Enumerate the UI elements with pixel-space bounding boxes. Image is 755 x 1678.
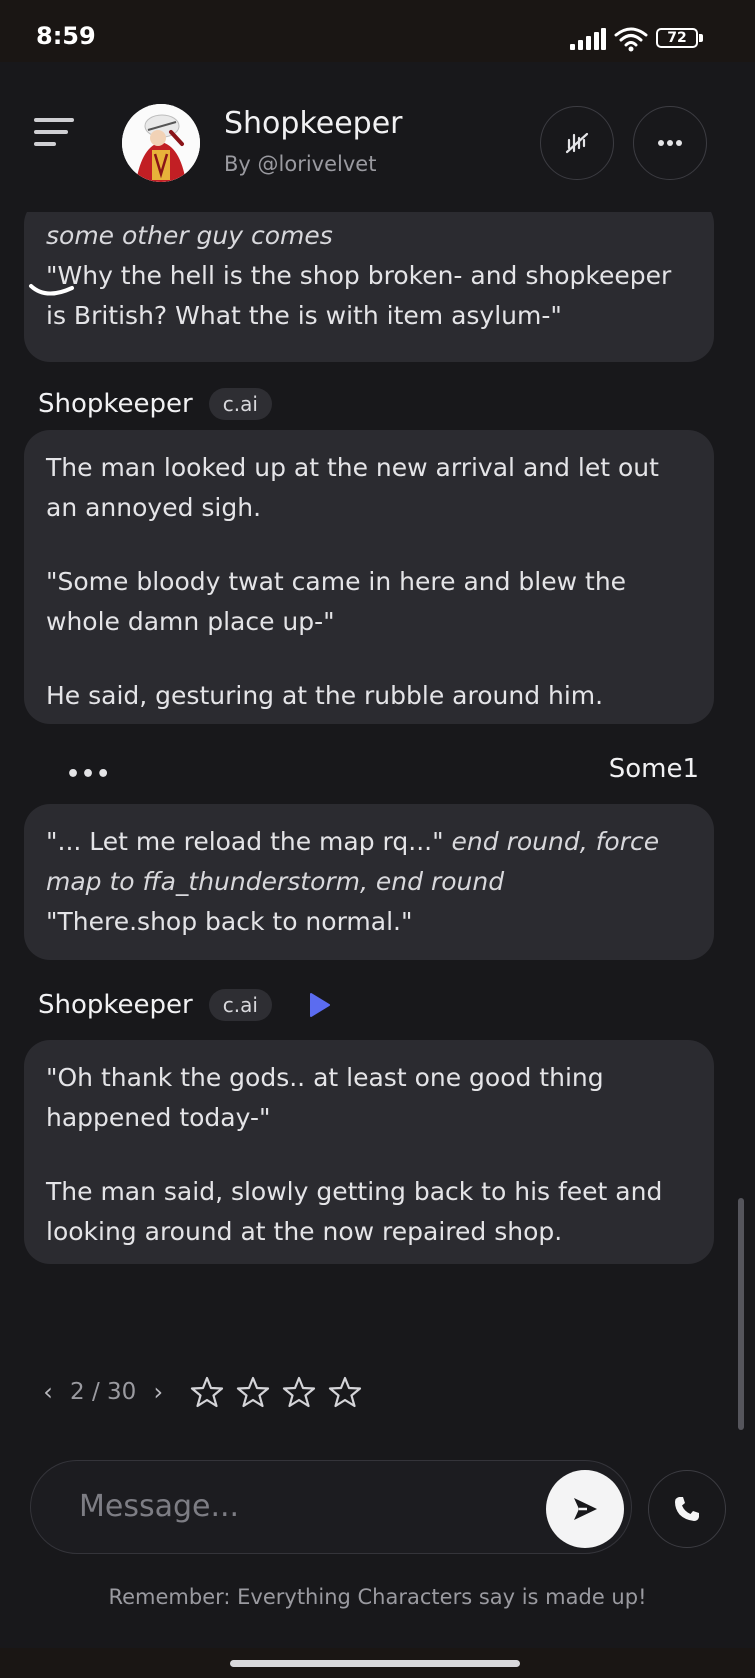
chat-screen: 8:59 72 Shopkeeper By @lorivelvet some o… [0, 0, 755, 1678]
character-author[interactable]: By @lorivelvet [224, 152, 376, 176]
status-time: 8:59 [36, 22, 96, 50]
user-name: Some1 [608, 754, 699, 784]
star-icon[interactable] [236, 1375, 270, 1409]
character-avatar[interactable] [122, 104, 200, 182]
message-text: The man looked up at the new arrival and… [46, 453, 659, 522]
swipe-indicator-icon [29, 284, 74, 296]
star-icon[interactable] [328, 1375, 362, 1409]
voice-off-icon [565, 132, 589, 154]
chat-header: Shopkeeper By @lorivelvet [0, 62, 755, 212]
send-icon [574, 1498, 597, 1520]
ai-badge: c.ai [208, 989, 272, 1021]
more-horizontal-icon [658, 140, 682, 146]
phone-icon [675, 1497, 699, 1521]
message-menu-icon[interactable]: ••• [66, 762, 111, 787]
wifi-icon [614, 27, 648, 52]
message-text: "Oh thank the gods.. at least one good t… [46, 1063, 604, 1132]
play-voice-icon[interactable] [308, 992, 332, 1018]
message-header: Shopkeeper c.ai [38, 384, 272, 424]
message-bubble-user[interactable]: some other guy comes "Why the hell is th… [24, 212, 714, 362]
send-button[interactable] [546, 1470, 624, 1548]
speaker-name: Shopkeeper [38, 990, 193, 1020]
navigation-bar [0, 1648, 755, 1678]
next-response-button[interactable]: › [148, 1378, 168, 1406]
battery-level: 72 [667, 30, 687, 46]
message-header: Shopkeeper c.ai [38, 985, 332, 1025]
call-button[interactable] [648, 1470, 726, 1548]
voice-button[interactable] [540, 106, 614, 180]
battery-icon: 72 [656, 28, 704, 50]
star-icon[interactable] [282, 1375, 316, 1409]
disclaimer-text: Remember: Everything Characters say is m… [108, 1585, 647, 1609]
scrollbar[interactable] [738, 1198, 744, 1430]
message-text: The man said, slowly getting back to his… [46, 1177, 663, 1246]
speaker-name: Shopkeeper [38, 389, 193, 419]
message-text: "... Let me reload the map rq..." end ro… [46, 822, 692, 902]
message-placeholder: Message... [79, 1489, 240, 1524]
response-counter: 2 / 30 [70, 1379, 137, 1405]
message-text: "There.shop back to normal." [46, 907, 413, 936]
message-bubble-character[interactable]: The man looked up at the new arrival and… [24, 430, 714, 724]
message-action-text: some other guy comes [46, 221, 333, 250]
response-controls: ‹ 2 / 30 › [38, 1372, 362, 1412]
message-text: "Some bloody twat came in here and blew … [46, 567, 627, 636]
message-text: "Why the hell is the shop broken- and sh… [46, 261, 672, 330]
message-text: He said, gesturing at the rubble around … [46, 681, 604, 710]
more-options-button[interactable] [633, 106, 707, 180]
status-bar: 8:59 72 [0, 0, 755, 62]
previous-response-button[interactable]: ‹ [38, 1378, 58, 1406]
home-indicator[interactable] [230, 1660, 520, 1667]
ai-badge: c.ai [208, 388, 272, 420]
star-icon[interactable] [190, 1375, 224, 1409]
message-bubble-character[interactable]: "Oh thank the gods.. at least one good t… [24, 1040, 714, 1264]
message-input[interactable]: Message... [30, 1460, 632, 1554]
menu-icon[interactable] [34, 118, 74, 150]
message-bubble-user[interactable]: "... Let me reload the map rq..." end ro… [24, 804, 714, 960]
signal-icon [570, 28, 606, 50]
message-quote: "... Let me reload the map rq..." [46, 827, 444, 856]
character-name: Shopkeeper [224, 106, 403, 141]
chat-messages[interactable]: some other guy comes "Why the hell is th… [0, 212, 755, 1452]
